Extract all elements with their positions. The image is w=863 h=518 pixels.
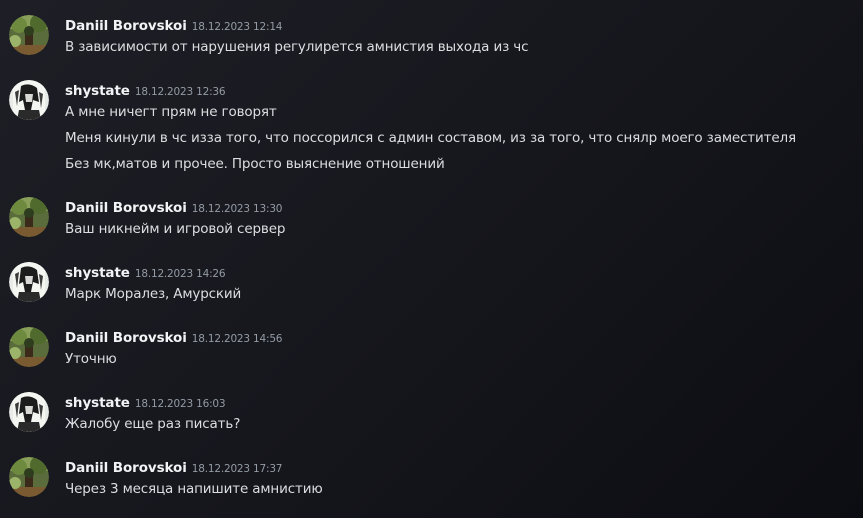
message-text: Без мк,матов и прочее. Просто выяснение … <box>65 156 445 172</box>
author-name[interactable]: shystate <box>65 395 130 411</box>
message-timestamp: 18.12.2023 14:56 <box>191 333 283 345</box>
message-text: Меня кинули в чс изза того, что поссорил… <box>65 130 796 146</box>
anime-avatar-icon[interactable] <box>9 80 49 120</box>
message-timestamp: 18.12.2023 13:30 <box>191 203 283 215</box>
message-header: Daniil Borovskoi 18.12.2023 14:56 <box>65 327 282 347</box>
message-header: Daniil Borovskoi 18.12.2023 12:14 <box>65 15 282 35</box>
message-text: А мне ничегт прям не говорят <box>65 104 277 120</box>
message-header: Daniil Borovskoi 18.12.2023 17:37 <box>65 457 282 477</box>
message-timestamp: 18.12.2023 16:03 <box>134 398 226 410</box>
author-name[interactable]: Daniil Borovskoi <box>65 460 187 476</box>
message-text: Марк Моралез, Амурский <box>65 286 242 302</box>
chat-messages-list: Daniil Borovskoi 18.12.2023 12:14 В завис… <box>0 0 863 518</box>
message-timestamp: 18.12.2023 12:14 <box>191 21 283 33</box>
anime-avatar-icon[interactable] <box>9 392 49 432</box>
author-name[interactable]: Daniil Borovskoi <box>65 330 187 346</box>
author-name[interactable]: shystate <box>65 83 130 99</box>
message-header: shystate 18.12.2023 14:26 <box>65 262 226 282</box>
author-name[interactable]: shystate <box>65 265 130 281</box>
author-name[interactable]: Daniil Borovskoi <box>65 200 187 216</box>
message-header: shystate 18.12.2023 12:36 <box>65 80 226 100</box>
author-name[interactable]: Daniil Borovskoi <box>65 18 187 34</box>
forest-avatar-icon[interactable] <box>9 15 49 55</box>
message-timestamp: 18.12.2023 17:37 <box>191 463 283 475</box>
message-text: Жалобу еще раз писать? <box>65 416 241 432</box>
message-timestamp: 18.12.2023 14:26 <box>134 268 226 280</box>
message-text: Через 3 месяца напишите амнистию <box>65 481 323 497</box>
message-text: Уточню <box>65 351 117 367</box>
message-text: Ваш никнейм и игровой сервер <box>65 221 286 237</box>
forest-avatar-icon[interactable] <box>9 327 49 367</box>
message-header: shystate 18.12.2023 16:03 <box>65 392 226 412</box>
message-timestamp: 18.12.2023 12:36 <box>134 86 226 98</box>
message-text: В зависимости от нарушения регулирется а… <box>65 39 529 55</box>
anime-avatar-icon[interactable] <box>9 262 49 302</box>
forest-avatar-icon[interactable] <box>9 457 49 497</box>
forest-avatar-icon[interactable] <box>9 197 49 237</box>
message-header: Daniil Borovskoi 18.12.2023 13:30 <box>65 197 282 217</box>
